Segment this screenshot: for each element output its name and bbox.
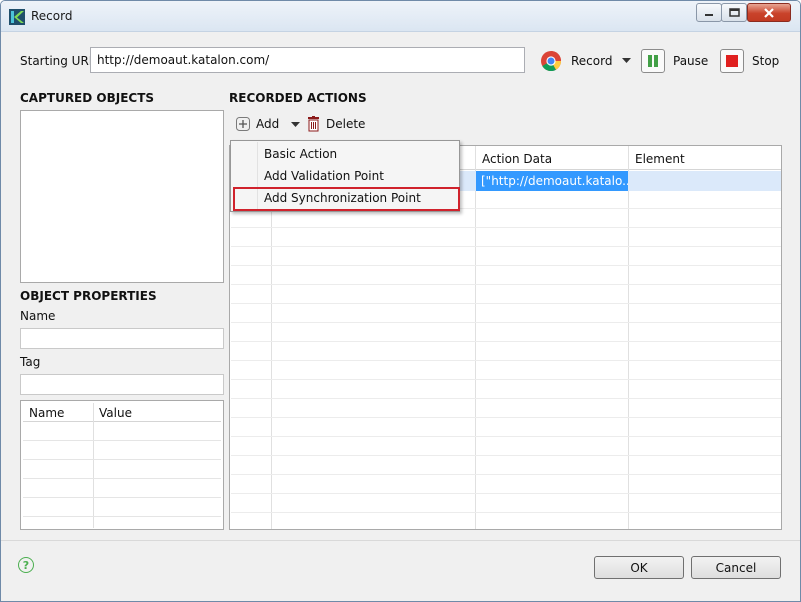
tag-input[interactable] — [20, 374, 224, 395]
delete-label: Delete — [326, 117, 366, 131]
record-button[interactable]: Record — [539, 48, 612, 74]
close-icon — [764, 7, 774, 18]
actions-table-body — [231, 171, 781, 513]
title-bar: Record — [1, 1, 800, 32]
footer-divider — [1, 540, 800, 541]
column-header-name[interactable]: Name — [29, 406, 64, 420]
katalon-logo-icon — [9, 9, 25, 25]
properties-table-header: Name Value — [23, 403, 221, 422]
column-header-action-data[interactable]: Action Data — [482, 152, 552, 166]
pause-label: Pause — [673, 54, 709, 68]
help-icon[interactable]: ? — [18, 557, 34, 573]
name-input[interactable] — [20, 328, 224, 349]
chrome-icon — [539, 49, 563, 73]
column-header-element[interactable]: Element — [635, 152, 685, 166]
window-title: Record — [31, 9, 73, 23]
table-row — [231, 361, 781, 380]
table-row — [231, 456, 781, 475]
table-row — [23, 479, 221, 498]
maximize-icon — [728, 8, 740, 17]
menu-item-add-validation-point[interactable]: Add Validation Point — [264, 169, 384, 183]
table-row — [23, 460, 221, 479]
minimize-button[interactable] — [696, 3, 722, 22]
recorded-actions-title: RECORDED ACTIONS — [229, 91, 367, 105]
tag-label: Tag — [20, 355, 41, 369]
table-row — [231, 399, 781, 418]
close-button[interactable] — [747, 3, 791, 22]
table-row — [231, 380, 781, 399]
stop-button[interactable]: Stop — [720, 48, 779, 74]
cancel-button[interactable]: Cancel — [691, 556, 781, 579]
table-row — [231, 494, 781, 513]
menu-item-add-synchronization-point[interactable]: Add Synchronization Point — [264, 191, 421, 205]
column-header-value[interactable]: Value — [99, 406, 132, 420]
add-dropdown-chevron-icon[interactable] — [291, 122, 300, 128]
captured-objects-title: CAPTURED OBJECTS — [20, 91, 155, 105]
ok-button[interactable]: OK — [594, 556, 684, 579]
table-row — [231, 342, 781, 361]
minimize-icon — [705, 13, 713, 16]
table-row — [231, 247, 781, 266]
stop-icon — [720, 49, 744, 73]
starting-url-input[interactable] — [90, 47, 525, 73]
record-label: Record — [571, 54, 613, 68]
stop-label: Stop — [752, 54, 780, 68]
properties-table-body — [23, 422, 221, 528]
record-dropdown-chevron-icon[interactable] — [622, 58, 631, 64]
add-button[interactable]: Add — [236, 117, 279, 131]
add-dropdown-menu: Basic Action Add Validation Point Add Sy… — [230, 140, 460, 212]
pause-button[interactable]: Pause — [641, 48, 708, 74]
add-icon — [236, 117, 250, 131]
add-label: Add — [256, 117, 280, 131]
table-row — [23, 441, 221, 460]
name-label: Name — [20, 309, 56, 323]
table-row — [231, 285, 781, 304]
table-row — [231, 437, 781, 456]
table-row — [231, 228, 781, 247]
table-row — [231, 323, 781, 342]
delete-button[interactable]: Delete — [307, 116, 365, 132]
table-row — [231, 475, 781, 494]
properties-table[interactable]: Name Value — [20, 400, 224, 530]
table-row — [231, 266, 781, 285]
table-row — [23, 422, 221, 441]
table-row — [231, 304, 781, 323]
maximize-button[interactable] — [721, 3, 747, 22]
starting-url-label: Starting URL — [20, 54, 96, 68]
pause-icon — [641, 49, 665, 73]
object-properties-title: OBJECT PROPERTIES — [20, 289, 157, 303]
trash-icon — [308, 116, 319, 132]
dialog-content: Starting URL Record Pau — [1, 32, 800, 601]
menu-item-basic-action[interactable]: Basic Action — [264, 147, 337, 161]
table-row — [23, 498, 221, 517]
action-data-cell[interactable]: ["http://demoaut.katalo... — [476, 171, 628, 191]
captured-objects-tree[interactable] — [20, 110, 224, 283]
table-row — [231, 418, 781, 437]
record-dialog: Record Starting URL http://demoaut.katal… — [0, 0, 801, 602]
